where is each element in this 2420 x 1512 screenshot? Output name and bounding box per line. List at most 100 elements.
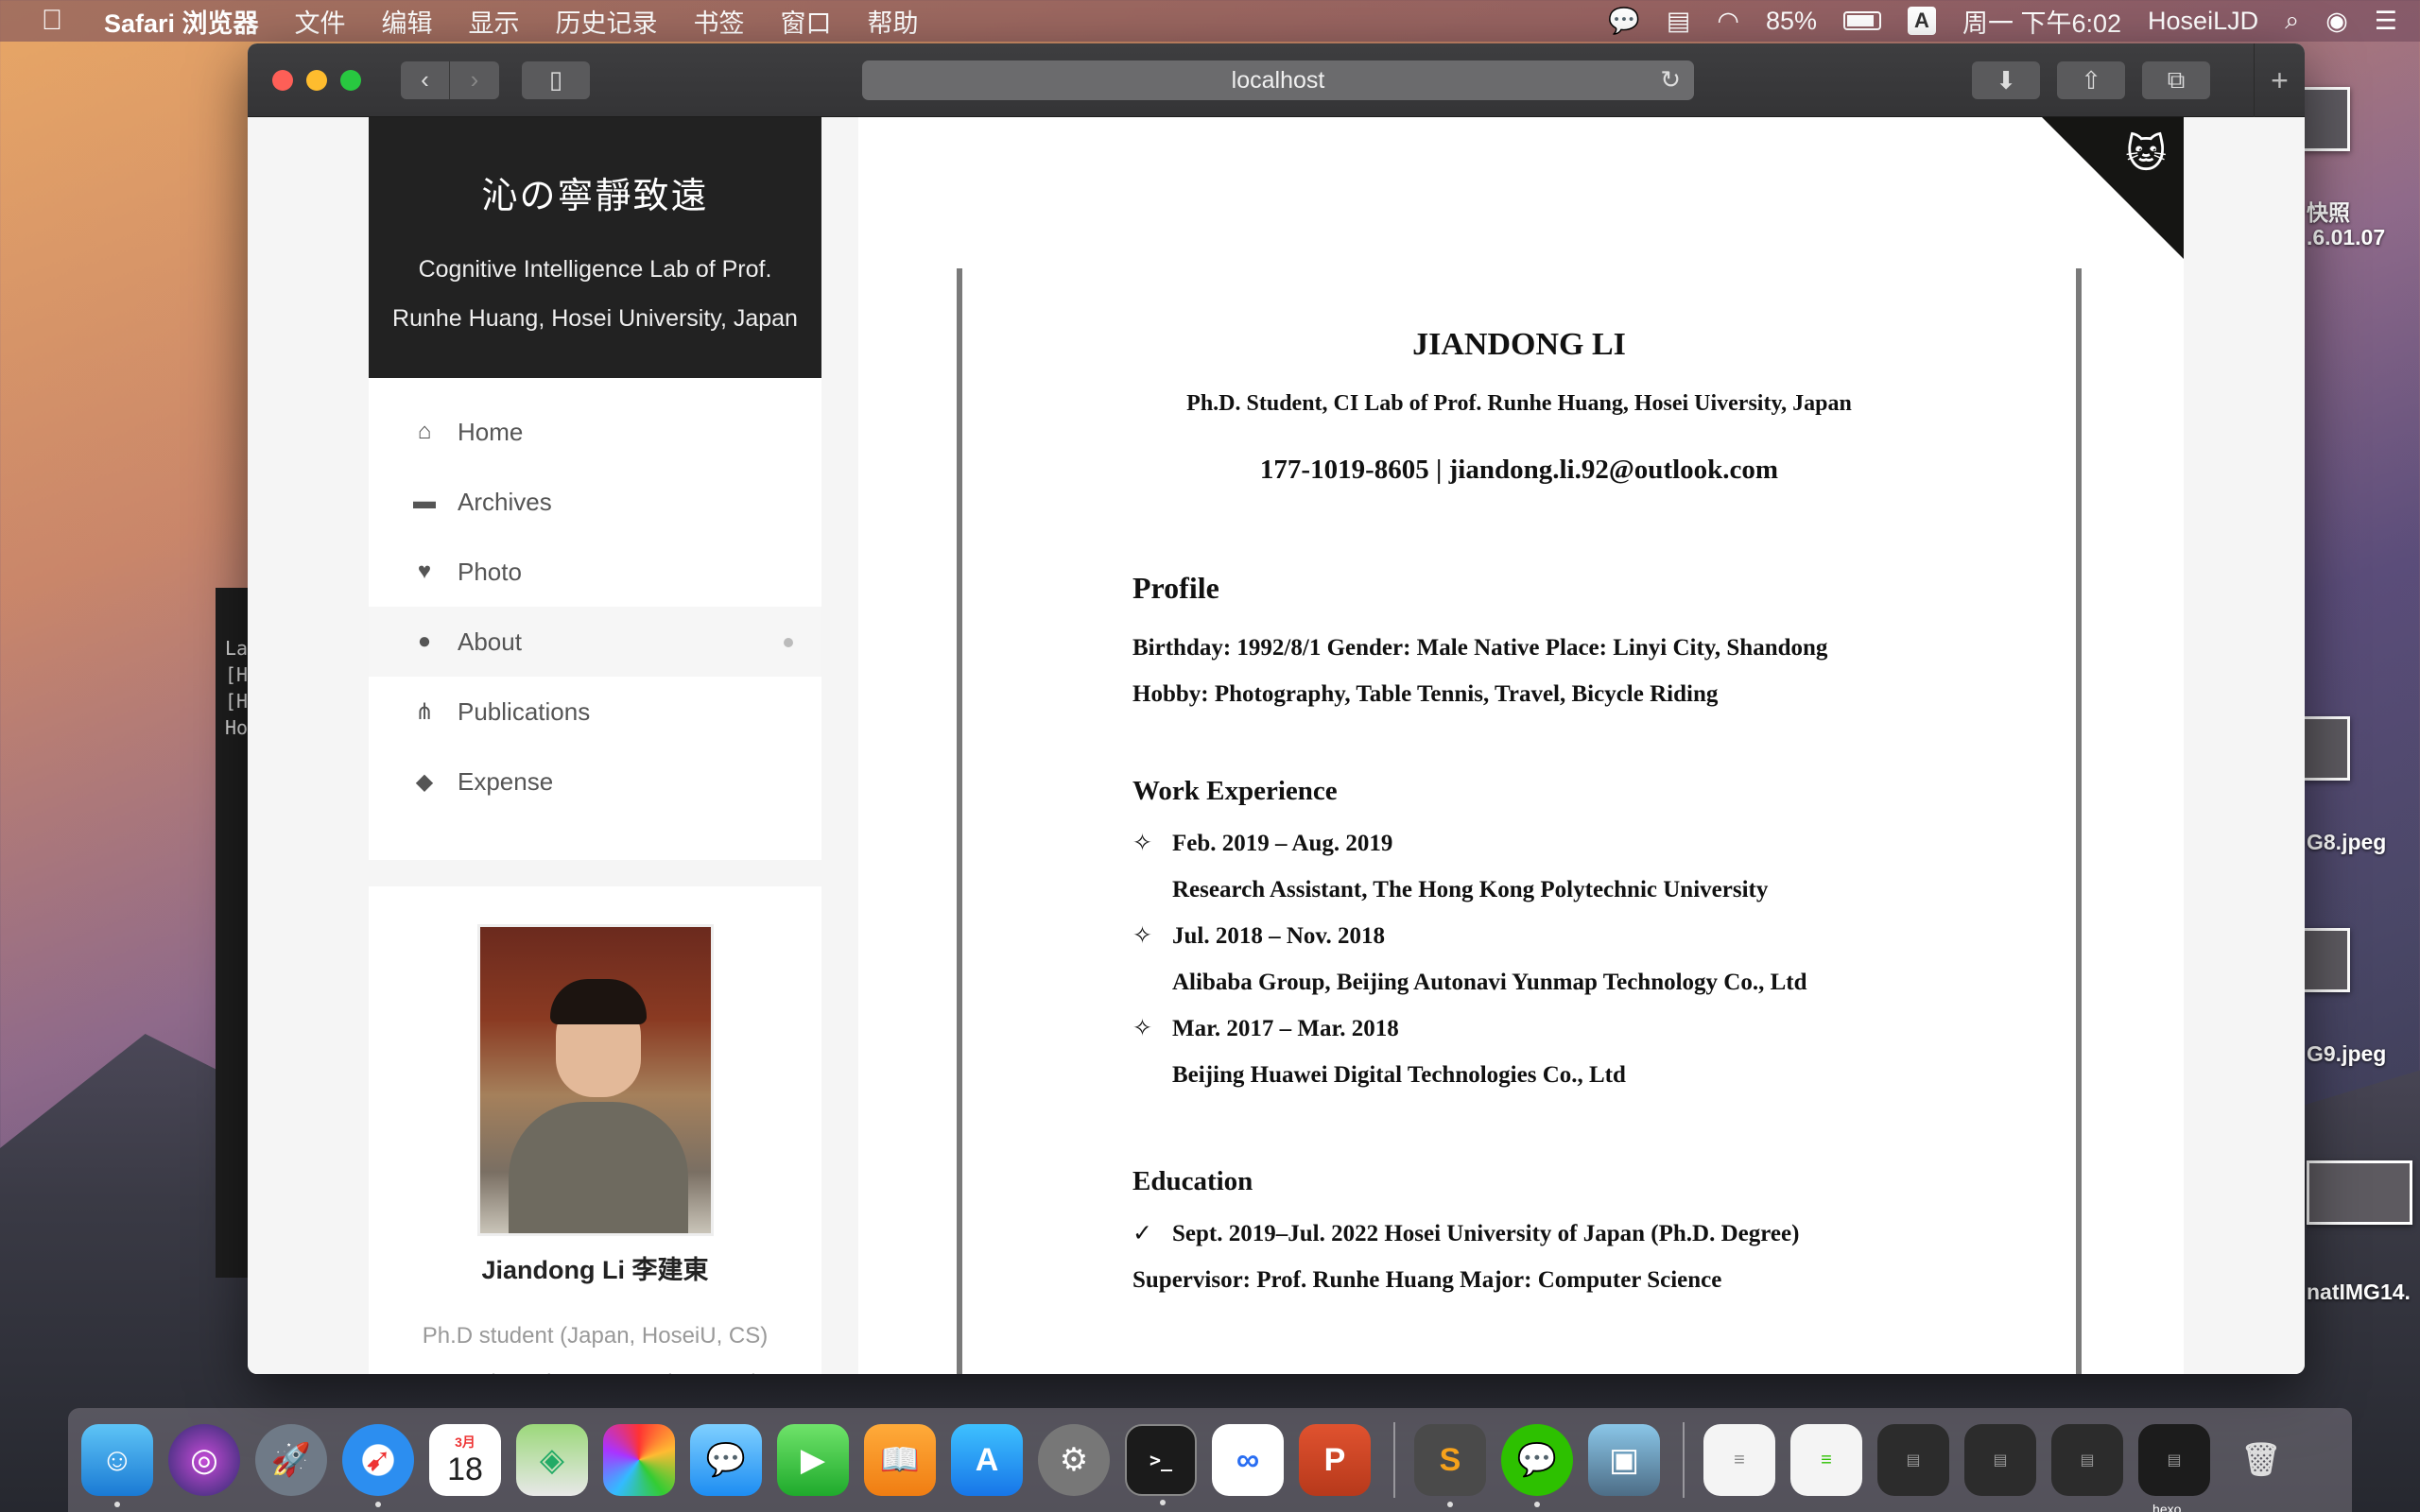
finder-icon[interactable]: ☺ [81,1424,153,1507]
profile-line: Hobby: Photography, Table Tennis, Travel… [1132,681,1719,707]
desktop-file-thumbnail[interactable] [2301,87,2350,151]
trash-icon[interactable]: 🗑 [2225,1424,2297,1496]
nav-item-about[interactable]: ● About [369,607,821,677]
site-title[interactable]: 沁の寧靜致遠 [369,166,821,218]
new-tab-button[interactable]: + [2254,43,2305,117]
nav-item-home[interactable]: ⌂ Home [369,397,821,467]
wechat-status-icon[interactable]: 💬 [1608,6,1640,36]
main-content: 🐱 JIANDONG LI Ph.D. Student, CI Lab of P… [858,117,2184,1374]
window-thumbnail[interactable]: ▤ [1964,1424,2036,1496]
sublime-text-icon[interactable]: S [1414,1424,1486,1507]
background-terminal-window[interactable]: La [Ho [Ho Ho [216,588,259,1278]
back-button[interactable]: ‹ [401,60,450,99]
siri-icon[interactable]: ◎ [168,1424,240,1496]
desktop-file-label[interactable]: natIMG14. [2307,1280,2411,1305]
sidebar-toggle-button[interactable]: ▯ [522,60,590,99]
menu-edit[interactable]: 编辑 [382,3,433,40]
address-bar[interactable]: localhost ↻ [862,60,1694,100]
work-list: ✧ Feb. 2019 – Aug. 2019 Research Assista… [962,820,2076,1098]
profile-line: Birthday: 1992/8/1 Gender: Male Native P… [1132,635,1828,661]
desktop-file-thumbnail[interactable] [2301,716,2350,781]
nav-item-label: About [458,627,522,656]
terminal-line: Ho [225,716,249,739]
facetime-icon[interactable]: ▶ [777,1424,849,1496]
apple-menu-icon[interactable]:  [0,5,104,37]
menu-history[interactable]: 历史记录 [556,3,658,40]
maps-icon[interactable]: ◈ [516,1424,588,1496]
resume-name: JIANDONG LI [1412,327,1626,362]
menu-help[interactable]: 帮助 [868,3,919,40]
education-item: ✓ Sept. 2019–Jul. 2022 Hosei University … [1132,1211,2076,1257]
close-window-button[interactable] [272,69,293,91]
site-subtitle: Cognitive Intelligence Lab of Prof. Runh… [392,256,798,332]
forward-button[interactable]: › [450,60,499,99]
app-store-icon[interactable]: A [951,1424,1023,1496]
desktop-file-label[interactable]: G9.jpeg [2307,1041,2386,1067]
desktop-file-label[interactable]: G8.jpeg [2307,830,2386,855]
menu-view[interactable]: 显示 [469,3,520,40]
sparkle-bullet-icon: ✧ [1132,1016,1152,1041]
messages-icon[interactable]: 💬 [690,1424,762,1496]
memory-status-icon[interactable]: ▤ [1667,7,1691,36]
input-method-icon[interactable]: A [1907,7,1936,35]
downloads-stack-icon[interactable]: ≡ [1790,1424,1862,1496]
zoom-window-button[interactable] [340,69,361,91]
resume-document: JIANDONG LI Ph.D. Student, CI Lab of Pro… [957,268,2082,1374]
menubar-user[interactable]: HoseiLJD [2148,7,2258,36]
nav-item-expense[interactable]: ◆ Expense [369,747,821,816]
preview-icon[interactable]: ▣ [1588,1424,1660,1496]
safari-icon[interactable]: ➹ [342,1424,414,1507]
desktop-file-label[interactable]: 快照 [2307,195,2350,227]
photos-icon[interactable] [603,1424,675,1496]
terminal-icon[interactable]: >_ [1125,1424,1197,1505]
reload-icon[interactable]: ↻ [1660,65,1681,94]
share-button[interactable]: ⇧ [2057,61,2125,99]
sidebar-icon: ▯ [548,65,563,94]
nav-item-archives[interactable]: ▬ Archives [369,467,821,537]
address-text: localhost [1231,66,1325,94]
desktop-file-thumbnail[interactable] [2301,928,2350,992]
work-item: ✧ Jul. 2018 – Nov. 2018 [1132,913,2076,959]
app-name-menu[interactable]: Safari 浏览器 [104,3,259,40]
document-stack-icon[interactable]: ≡ [1703,1424,1775,1496]
menubar-clock[interactable]: 周一 下午6:02 [1962,3,2121,40]
nav-item-label: Home [458,417,524,446]
menu-file[interactable]: 文件 [295,3,346,40]
books-icon[interactable]: 📖 [864,1424,936,1496]
window-thumbnail[interactable]: ▤ [1877,1424,1949,1496]
wifi-icon[interactable]: ◠ [1717,7,1739,36]
tab-overview-button[interactable]: ⧉ [2142,61,2210,99]
profile-heading: Profile [1132,571,1219,605]
system-preferences-icon[interactable]: ⚙ [1038,1424,1110,1496]
siri-icon[interactable]: ◉ [2325,7,2348,36]
running-indicator [375,1502,381,1507]
window-thumbnail[interactable]: ▤ [2051,1424,2123,1496]
desktop-file-thumbnail[interactable] [2307,1160,2412,1225]
battery-icon[interactable] [1842,11,1881,30]
tags-icon: ◆ [415,768,434,795]
menu-bookmarks[interactable]: 书签 [694,3,745,40]
hexo-terminal-thumbnail[interactable]: ▤ hexo ... [2138,1424,2210,1512]
toolbar-actions: ⬇ ⇧ ⧉ [1972,61,2210,99]
github-octocat-icon[interactable]: 🐱 [2125,130,2167,177]
powerpoint-icon[interactable]: P [1299,1424,1371,1496]
spotlight-search-icon[interactable]: ⌕ [2285,6,2299,36]
calendar-icon[interactable]: 3月 18 [429,1424,501,1496]
menu-window[interactable]: 窗口 [781,3,832,40]
notification-center-icon[interactable]: ☰ [2375,7,2397,36]
nav-item-publications[interactable]: ⋔ Publications [369,677,821,747]
work-heading: Work Experience [1132,776,1338,806]
desktop-file-label[interactable]: .6.01.07 [2307,225,2385,250]
running-indicator [1447,1502,1453,1507]
downloads-button[interactable]: ⬇ [1972,61,2040,99]
launchpad-icon[interactable]: 🚀 [255,1424,327,1496]
author-desc-line: Research Assistant, Hongkong PolyU [369,1360,821,1374]
checkmark-icon: ✓ [1132,1221,1152,1246]
nav-item-photo[interactable]: ♥ Photo [369,537,821,607]
baidu-netdisk-icon[interactable]: ∞ [1212,1424,1284,1496]
author-card: Jiandong Li 李建東 Ph.D student (Japan, Hos… [369,886,821,1374]
battery-percent: 85% [1765,6,1817,35]
wechat-icon[interactable]: 💬 [1501,1424,1573,1507]
chevron-left-icon: ‹ [421,65,429,94]
minimize-window-button[interactable] [306,69,327,91]
